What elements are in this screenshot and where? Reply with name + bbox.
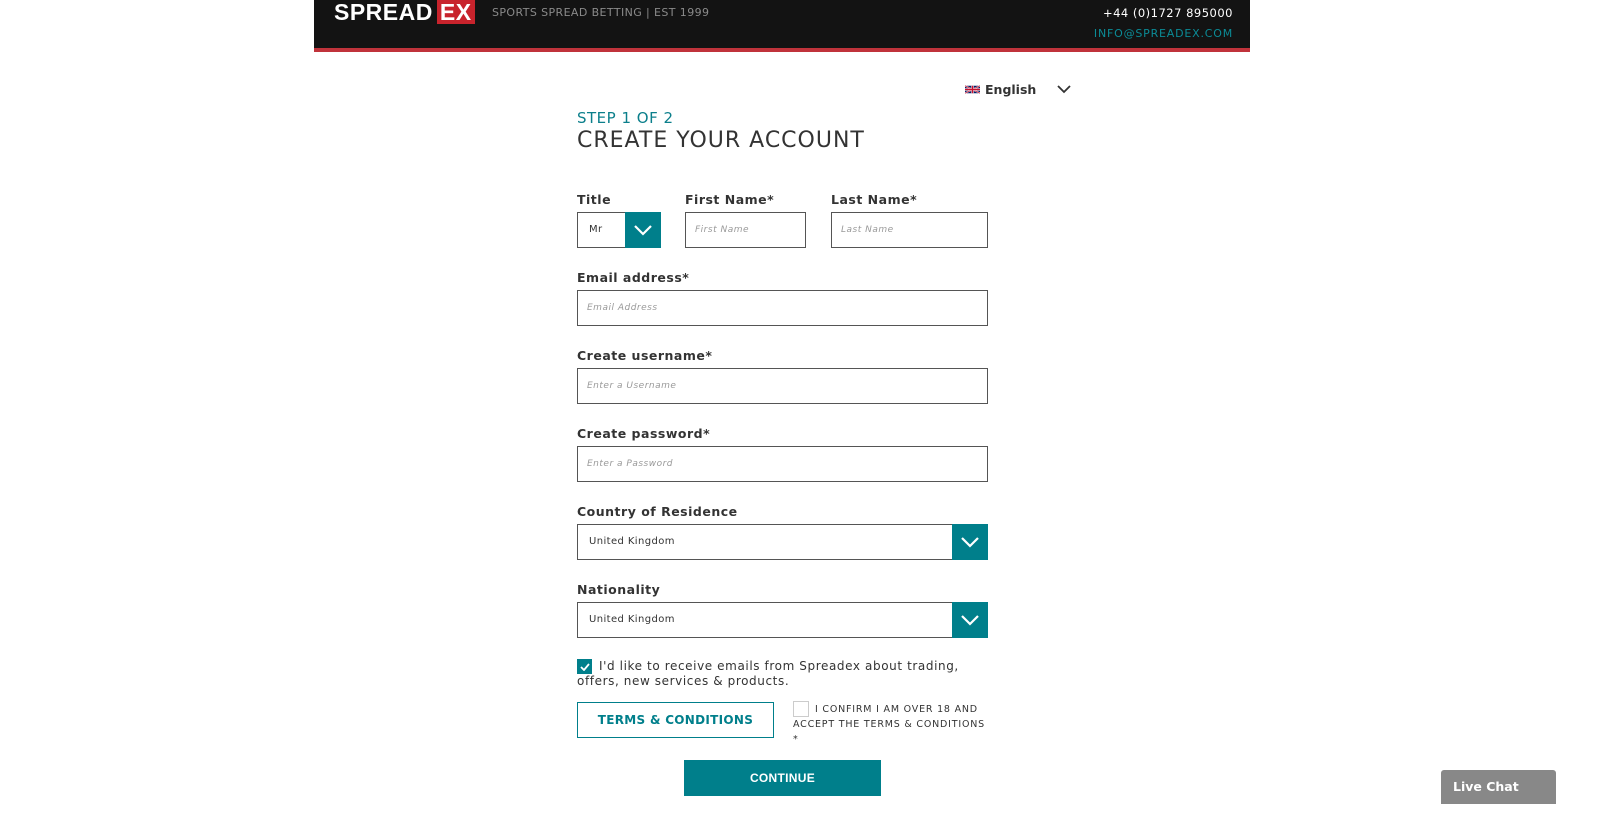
- first-name-label: First Name*: [685, 192, 775, 207]
- username-label: Create username*: [577, 348, 713, 363]
- language-selector[interactable]: English: [965, 82, 1036, 97]
- nationality-select[interactable]: United Kingdom: [577, 602, 988, 638]
- email-input[interactable]: Email Address: [577, 290, 988, 326]
- age-terms-confirm-label: I CONFIRM I AM OVER 18 AND ACCEPT THE TE…: [793, 704, 985, 745]
- country-label: Country of Residence: [577, 504, 738, 519]
- check-icon: [579, 662, 590, 671]
- language-label: English: [985, 82, 1037, 97]
- username-input[interactable]: Enter a Username: [577, 368, 988, 404]
- continue-button[interactable]: CONTINUE: [684, 760, 881, 796]
- site-header: SPREAD EX SPORTS SPREAD BETTING | EST 199…: [314, 0, 1250, 52]
- first-name-input[interactable]: First Name: [685, 212, 806, 248]
- spreadex-logo[interactable]: SPREAD EX: [334, 0, 475, 25]
- nationality-label: Nationality: [577, 582, 661, 597]
- chevron-down-icon[interactable]: [952, 524, 988, 560]
- age-terms-confirm-checkbox[interactable]: [793, 701, 809, 717]
- tagline: SPORTS SPREAD BETTING | EST 1999: [492, 6, 710, 19]
- chevron-down-icon[interactable]: [1057, 84, 1071, 94]
- step-indicator: STEP 1 OF 2: [577, 109, 674, 127]
- contact-email-link[interactable]: INFO@SPREADEX.COM: [1094, 27, 1233, 40]
- chevron-down-icon[interactable]: [625, 212, 661, 248]
- chevron-down-icon[interactable]: [952, 602, 988, 638]
- uk-flag-icon: [965, 85, 980, 94]
- password-label: Create password*: [577, 426, 711, 441]
- marketing-consent-checkbox[interactable]: [577, 659, 592, 674]
- page-title: CREATE YOUR ACCOUNT: [577, 128, 865, 153]
- password-input[interactable]: Enter a Password: [577, 446, 988, 482]
- live-chat-button[interactable]: Live Chat: [1441, 770, 1556, 804]
- country-select[interactable]: United Kingdom: [577, 524, 988, 560]
- title-label: Title: [577, 192, 612, 207]
- phone-number: +44 (0)1727 895000: [1102, 6, 1233, 20]
- email-label: Email address*: [577, 270, 690, 285]
- terms-conditions-button[interactable]: TERMS & CONDITIONS: [577, 702, 774, 738]
- marketing-consent-label: I'd like to receive emails from Spreadex…: [577, 659, 959, 688]
- last-name-label: Last Name*: [831, 192, 918, 207]
- title-select[interactable]: Mr: [577, 212, 661, 248]
- last-name-input[interactable]: Last Name: [831, 212, 988, 248]
